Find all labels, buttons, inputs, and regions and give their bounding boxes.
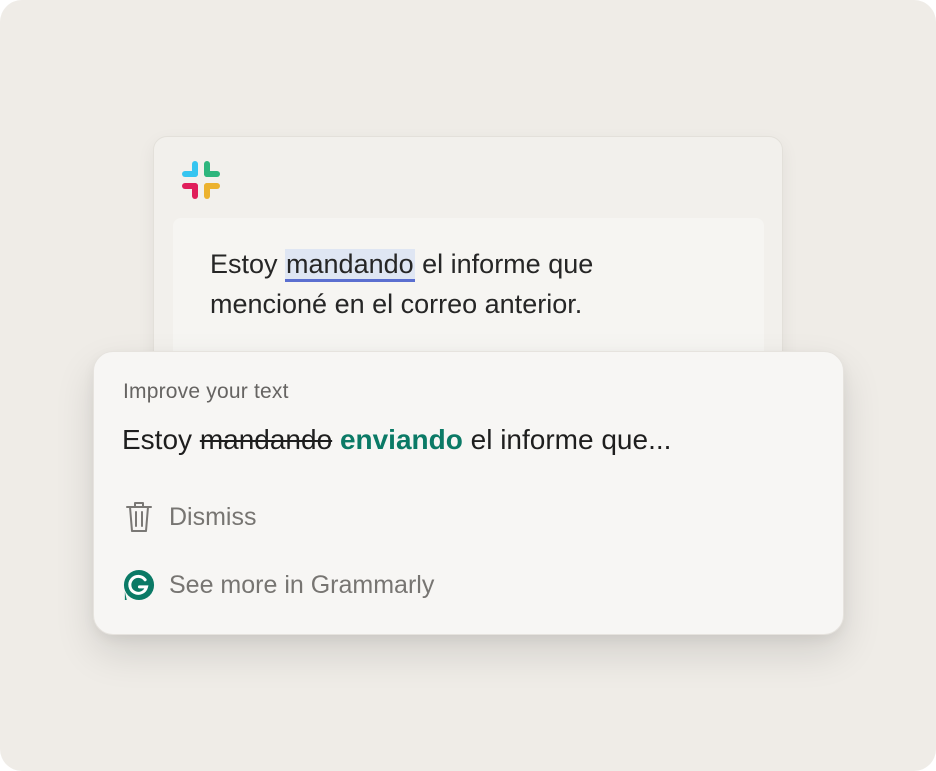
slack-logo-icon — [182, 161, 220, 199]
suggestion-preview[interactable]: Estoy mandando enviando el informe que..… — [122, 424, 671, 456]
grammarly-logo-icon — [123, 568, 155, 602]
suggestion-title: Improve your text — [123, 380, 289, 403]
see-more-grammarly-link[interactable]: See more in Grammarly — [123, 568, 434, 602]
see-more-label: See more in Grammarly — [169, 570, 435, 599]
message-text-line2: mencioné en el correo anterior. — [210, 289, 583, 319]
replacement-word[interactable]: enviando — [340, 424, 463, 455]
message-text-after: el informe que — [414, 249, 594, 279]
background-canvas: Estoy mandando el informe que mencioné e… — [0, 0, 936, 771]
trash-icon — [123, 500, 155, 534]
removed-word: mandando — [199, 424, 333, 455]
message-text: Estoy mandando el informe que mencioné e… — [210, 244, 730, 324]
dismiss-button[interactable]: Dismiss — [123, 500, 257, 534]
dismiss-label: Dismiss — [169, 502, 257, 531]
suggestion-suffix: el informe que... — [462, 424, 672, 455]
highlighted-word[interactable]: mandando — [285, 249, 415, 282]
grammarly-suggestion-card: Improve your text Estoy mandando enviand… — [93, 351, 844, 635]
suggestion-prefix: Estoy — [122, 424, 200, 455]
message-text-before: Estoy — [210, 249, 286, 279]
